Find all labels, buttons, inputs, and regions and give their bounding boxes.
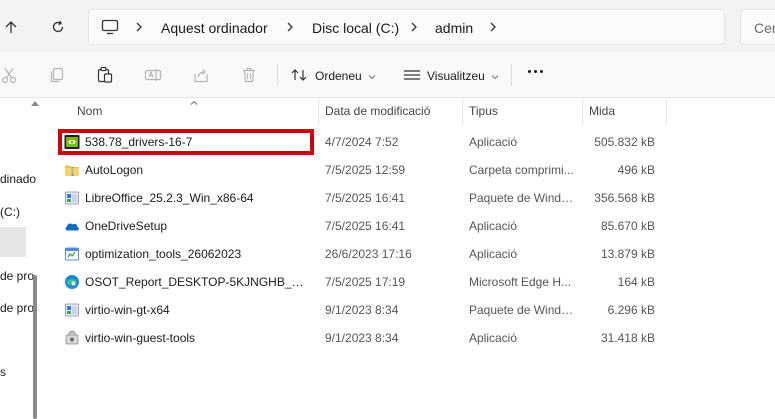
command-bar: Ordeneu Visualitzeu [0, 52, 775, 98]
search-input[interactable]: Cer [740, 9, 775, 45]
file-row[interactable]: virtio-win-guest-tools 9/1/2023 8:34 Apl… [58, 324, 775, 352]
file-size: 85.670 kB [600, 219, 655, 233]
file-type: Paquete de Windo... [469, 303, 577, 317]
file-date: 4/7/2024 7:52 [325, 135, 399, 149]
toolbar-separator [511, 64, 512, 86]
file-name: LibreOffice_25.2.3_Win_x86-64 [85, 191, 254, 205]
cut-icon[interactable] [0, 66, 18, 84]
column-header-date[interactable]: Data de modificació [325, 104, 430, 118]
file-date: 26/6/2023 17:16 [325, 247, 412, 261]
sidebar-selected-item[interactable] [0, 227, 26, 257]
chevron-right-icon[interactable] [489, 21, 497, 36]
view-label: Visualitzeu [427, 69, 485, 83]
file-type: Microsoft Edge H... [469, 275, 572, 289]
file-name: virtio-win-gt-x64 [85, 303, 170, 317]
file-size: 356.568 kB [594, 191, 655, 205]
share-icon[interactable] [192, 66, 210, 84]
column-header-name[interactable]: Nom [77, 104, 102, 118]
sort-icon [291, 68, 309, 85]
address-bar-area: Aquest ordinador Disc local (C:) admin C… [0, 0, 775, 52]
column-divider[interactable] [582, 99, 583, 125]
view-button[interactable]: Visualitzeu [403, 64, 499, 88]
chevron-right-icon[interactable] [286, 21, 294, 36]
file-type: Paquete de Windo... [469, 191, 577, 205]
sort-button[interactable]: Ordeneu [291, 64, 376, 88]
chevron-down-icon [491, 69, 499, 83]
search-placeholder: Cer [754, 20, 775, 36]
installer-package-icon [64, 302, 80, 318]
sidebar-item-users[interactable]: s [0, 365, 6, 379]
chevron-down-icon [368, 69, 376, 83]
file-name: OneDriveSetup [85, 219, 168, 233]
computer-icon [101, 19, 119, 38]
file-type: Aplicació [469, 135, 518, 149]
address-box[interactable]: Aquest ordinador Disc local (C:) admin [88, 9, 725, 45]
chevron-right-icon[interactable] [135, 21, 143, 36]
file-type: Aplicació [469, 331, 518, 345]
sidebar-scrollbar[interactable] [30, 99, 42, 419]
file-date: 9/1/2023 8:34 [325, 303, 399, 317]
file-date: 7/5/2025 17:19 [325, 275, 406, 289]
file-row[interactable]: AutoLogon 7/5/2025 12:59 Carpeta comprim… [58, 156, 775, 184]
paste-icon[interactable] [96, 66, 114, 84]
edge-icon [64, 274, 80, 290]
column-divider[interactable] [318, 99, 319, 125]
column-divider[interactable] [666, 99, 667, 125]
file-name: optimization_tools_26062023 [85, 247, 242, 261]
file-size: 496 kB [617, 163, 655, 177]
scrollbar-thumb[interactable] [33, 275, 37, 419]
zip-folder-icon [64, 162, 80, 178]
file-date: 7/5/2025 16:41 [325, 191, 406, 205]
sidebar-item-program-files-x86[interactable]: de pro [0, 301, 34, 315]
file-size: 13.879 kB [600, 247, 655, 261]
more-options-icon[interactable] [528, 70, 543, 73]
file-name: OSOT_Report_DESKTOP-5KJNGHB_05072... [85, 275, 310, 289]
file-date: 9/1/2023 8:34 [325, 331, 399, 345]
view-icon [403, 68, 421, 85]
file-size: 164 kB [617, 275, 655, 289]
file-row[interactable]: optimization_tools_26062023 26/6/2023 17… [58, 240, 775, 268]
installer-package-icon [64, 190, 80, 206]
sort-label: Ordeneu [315, 69, 362, 83]
file-date: 7/5/2025 16:41 [325, 219, 406, 233]
column-divider[interactable] [462, 99, 463, 125]
up-arrow-icon[interactable] [0, 16, 22, 38]
onedrive-icon [64, 218, 80, 234]
file-type: Aplicació [469, 219, 518, 233]
refresh-icon[interactable] [47, 16, 69, 38]
toolbar-separator [277, 64, 278, 86]
file-row[interactable]: OneDriveSetup 7/5/2025 16:41 Aplicació 8… [58, 212, 775, 240]
file-name: AutoLogon [85, 163, 144, 177]
file-row[interactable]: LibreOffice_25.2.3_Win_x86-64 7/5/2025 1… [58, 184, 775, 212]
breadcrumb-local-disk[interactable]: Disc local (C:) [312, 20, 399, 36]
rename-icon[interactable] [144, 66, 162, 84]
selection-highlight [58, 129, 314, 155]
sidebar-item-program-files[interactable]: de pro [0, 269, 34, 283]
app-window-icon [64, 246, 80, 262]
file-size: 6.296 kB [607, 303, 655, 317]
sort-ascending-icon [190, 95, 198, 109]
scroll-up-icon[interactable] [31, 101, 39, 106]
setup-icon [64, 330, 80, 346]
column-header-type[interactable]: Tipus [469, 104, 498, 118]
breadcrumb-admin[interactable]: admin [435, 20, 473, 36]
column-header-size[interactable]: Mida [589, 104, 615, 118]
sidebar-item-local-disk[interactable]: (C:) [0, 205, 20, 219]
file-row[interactable]: virtio-win-gt-x64 9/1/2023 8:34 Paquete … [58, 296, 775, 324]
delete-icon[interactable] [240, 66, 258, 84]
breadcrumb-this-pc[interactable]: Aquest ordinador [161, 20, 268, 36]
file-type: Carpeta comprimi... [469, 163, 574, 177]
file-type: Aplicació [469, 247, 518, 261]
file-size: 31.418 kB [600, 331, 655, 345]
file-name: virtio-win-guest-tools [85, 331, 196, 345]
file-row[interactable]: OSOT_Report_DESKTOP-5KJNGHB_05072... 7/5… [58, 268, 775, 296]
copy-icon[interactable] [48, 66, 66, 84]
chevron-right-icon[interactable] [410, 21, 418, 36]
file-date: 7/5/2025 12:59 [325, 163, 406, 177]
file-size: 505.832 kB [594, 135, 655, 149]
navigation-pane: dinado (C:) de pro de pro s [0, 99, 42, 419]
